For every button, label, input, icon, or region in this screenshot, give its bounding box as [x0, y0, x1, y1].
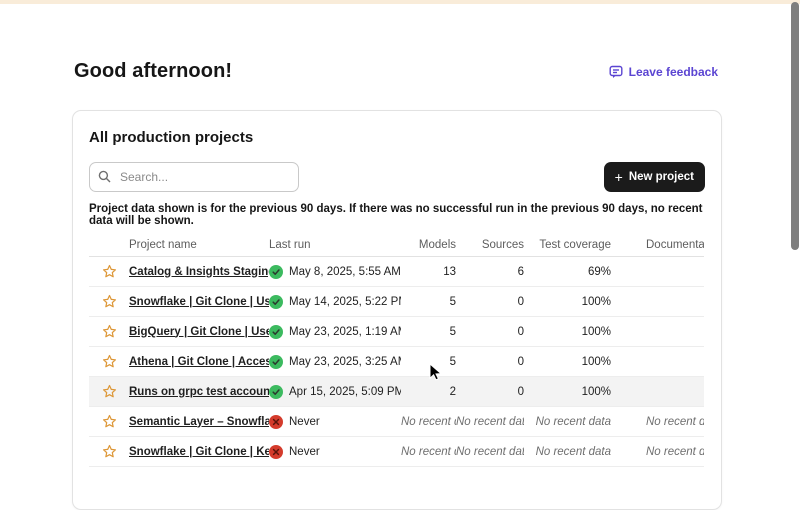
test-coverage-value: 100% — [524, 386, 611, 398]
table-row[interactable]: Semantic Layer – Snowflake Never No rece… — [89, 407, 704, 437]
table-row[interactable]: BigQuery | Git Clone | User… May 23, 202… — [89, 317, 704, 347]
table-row[interactable]: Runs on grpc test account Apr 15, 2025, … — [89, 377, 704, 407]
table-row[interactable]: Snowflake | Git Clone | Key… Never No re… — [89, 437, 704, 467]
project-link[interactable]: Snowflake | Git Clone | Key… — [129, 446, 269, 458]
page-scrollbar[interactable] — [789, 0, 800, 450]
new-project-label: New project — [629, 171, 694, 183]
search-input[interactable] — [89, 162, 299, 192]
project-link[interactable]: BigQuery | Git Clone | User… — [129, 326, 269, 338]
sources-value: 0 — [456, 356, 524, 368]
star-icon[interactable] — [102, 414, 117, 429]
header-models: Models — [401, 239, 456, 251]
project-link[interactable]: Semantic Layer – Snowflake — [129, 416, 269, 428]
table-row[interactable]: Athena | Git Clone | Acces… May 23, 2025… — [89, 347, 704, 377]
doc-coverage-value: No recent data — [611, 416, 704, 428]
page-title: Good afternoon! — [74, 60, 232, 83]
scrollbar-thumb[interactable] — [791, 2, 799, 250]
models-value: 5 — [401, 296, 456, 308]
run-success-icon — [269, 325, 283, 339]
leave-feedback-label: Leave feedback — [629, 65, 718, 79]
last-run-value: May 14, 2025, 5:22 PM BST — [289, 296, 401, 308]
sources-value: 0 — [456, 296, 524, 308]
run-success-icon — [269, 385, 283, 399]
run-success-icon — [269, 355, 283, 369]
projects-panel: All production projects + New project Pr… — [72, 110, 722, 510]
new-project-button[interactable]: + New project — [604, 162, 705, 192]
run-never-icon — [269, 415, 283, 429]
star-icon[interactable] — [102, 384, 117, 399]
test-coverage-value: No recent data — [524, 446, 611, 458]
last-run-value: May 23, 2025, 3:25 AM BST — [289, 356, 401, 368]
top-accent-strip — [0, 0, 800, 4]
run-never-icon — [269, 445, 283, 459]
table-row[interactable]: Catalog & Insights Staging… May 8, 2025,… — [89, 257, 704, 287]
header-project-name: Project name — [129, 239, 269, 251]
star-icon[interactable] — [102, 264, 117, 279]
models-value: 5 — [401, 326, 456, 338]
last-run-value: May 23, 2025, 1:19 AM BST — [289, 326, 401, 338]
test-coverage-value: 100% — [524, 356, 611, 368]
project-link[interactable]: Snowflake | Git Clone | Use… — [129, 296, 269, 308]
page-header: Good afternoon! Leave feedback — [74, 60, 718, 83]
last-run-value: Never — [289, 416, 320, 428]
test-coverage-value: 100% — [524, 296, 611, 308]
panel-controls: + New project — [89, 162, 705, 192]
project-link[interactable]: Catalog & Insights Staging… — [129, 266, 269, 278]
models-value: 13 — [401, 266, 456, 278]
sources-value: 0 — [456, 326, 524, 338]
run-success-icon — [269, 265, 283, 279]
run-success-icon — [269, 295, 283, 309]
last-run-value: Never — [289, 446, 320, 458]
plus-icon: + — [615, 170, 623, 184]
leave-feedback-link[interactable]: Leave feedback — [609, 65, 718, 79]
feedback-chat-icon — [609, 65, 623, 79]
sources-value: 6 — [456, 266, 524, 278]
search-icon — [98, 170, 111, 183]
header-last-run: Last run — [269, 239, 401, 251]
models-value: 2 — [401, 386, 456, 398]
star-icon[interactable] — [102, 324, 117, 339]
test-coverage-value: No recent data — [524, 416, 611, 428]
star-icon[interactable] — [102, 444, 117, 459]
sources-value: 0 — [456, 386, 524, 398]
last-run-value: May 8, 2025, 5:55 AM BST — [289, 266, 401, 278]
last-run-value: Apr 15, 2025, 5:09 PM BST — [289, 386, 401, 398]
table-row[interactable]: Snowflake | Git Clone | Use… May 14, 202… — [89, 287, 704, 317]
panel-title: All production projects — [89, 129, 705, 146]
header-sources: Sources — [456, 239, 524, 251]
models-value: No recent data — [401, 446, 456, 458]
models-value: 5 — [401, 356, 456, 368]
star-icon[interactable] — [102, 354, 117, 369]
search-box — [89, 162, 299, 192]
projects-table: Project name Last run Models Sources Tes… — [89, 233, 704, 467]
star-icon[interactable] — [102, 294, 117, 309]
header-test-coverage: Test coverage — [524, 239, 611, 251]
sources-value: No recent data — [456, 416, 524, 428]
doc-coverage-value: No recent data — [611, 446, 704, 458]
test-coverage-value: 69% — [524, 266, 611, 278]
sources-value: No recent data — [456, 446, 524, 458]
test-coverage-value: 100% — [524, 326, 611, 338]
header-documentation-coverage: Documentation coverage — [611, 239, 704, 251]
models-value: No recent data — [401, 416, 456, 428]
table-header-row: Project name Last run Models Sources Tes… — [89, 233, 704, 257]
data-range-notice: Project data shown is for the previous 9… — [89, 203, 705, 227]
project-link[interactable]: Runs on grpc test account — [129, 386, 269, 398]
project-link[interactable]: Athena | Git Clone | Acces… — [129, 356, 269, 368]
